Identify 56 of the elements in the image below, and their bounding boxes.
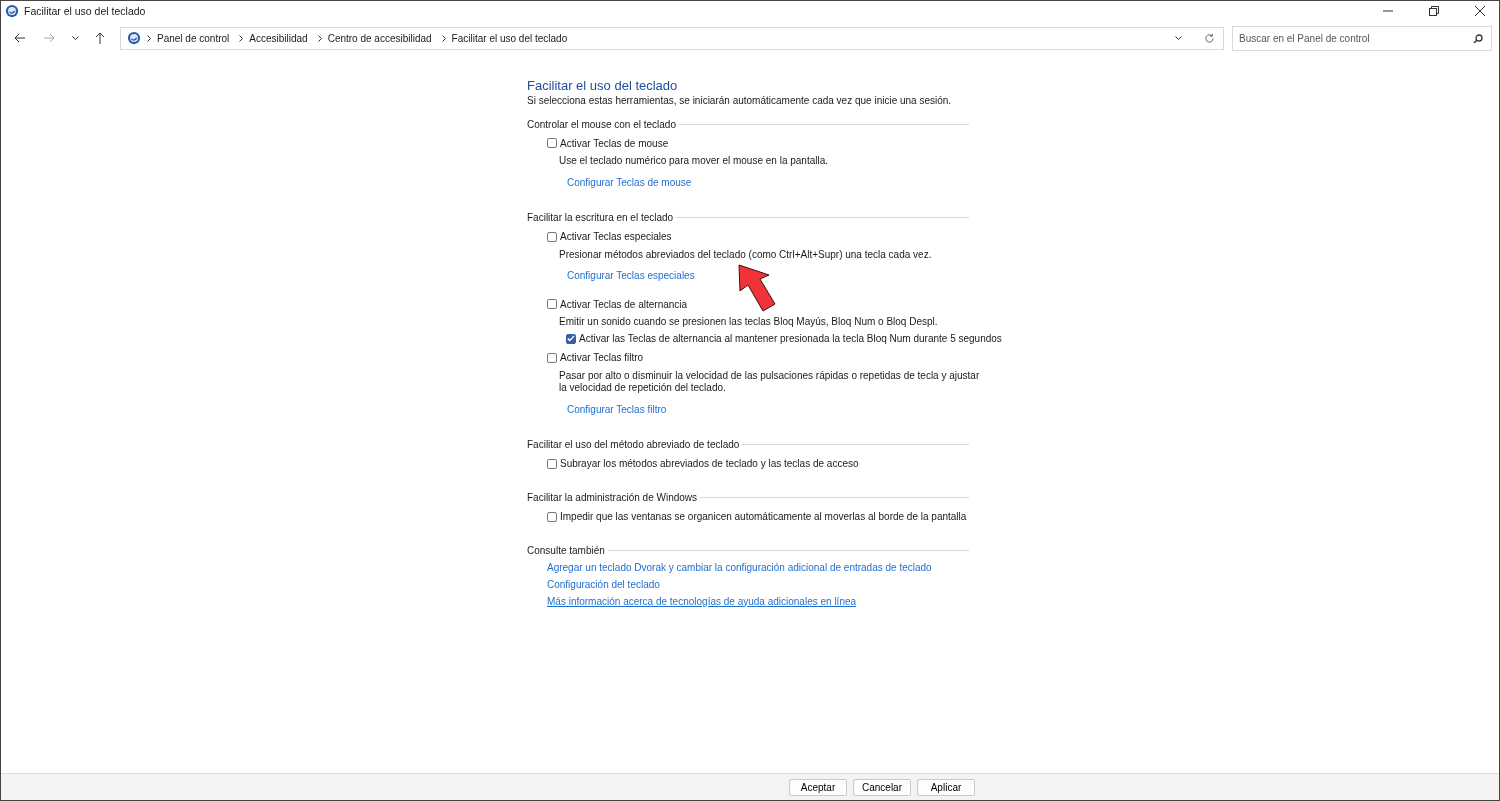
up-arrow-icon[interactable] [95,32,105,44]
breadcrumb[interactable]: Panel de control [157,32,230,44]
chevron-right-icon [317,34,322,42]
description-text: Use el teclado numérico para mover el mouse en la pantalla. [559,155,830,168]
settings-link[interactable]: Configurar Teclas filtro [567,403,667,415]
dialog-button[interactable]: Cancelar [853,778,911,796]
checkbox[interactable] [547,138,557,148]
back-arrow-icon[interactable] [14,33,26,43]
related-link[interactable]: Agregar un teclado Dvorak y cambiar la configuración adicional de entradas de teclado [547,561,932,573]
search-field[interactable]: Buscar en el Panel de control [1232,25,1492,51]
checkbox[interactable] [547,458,557,469]
checkbox[interactable] [566,333,576,344]
refresh-icon[interactable] [1204,32,1215,44]
checkbox-option[interactable]: Activar Teclas filtro [547,350,644,365]
section-heading: Facilitar la administración de Windows [527,492,698,503]
dialog-button[interactable]: Aceptar [789,778,847,796]
description-text: Pasar por alto o disminuir la velocidad de las pulsaciones rápidas o repetidas de tecla y ajustar la velocidad de repetición del teclado. [559,369,981,395]
checkbox[interactable] [547,511,557,522]
checkbox-option[interactable]: Subrayar los métodos abreviados de teclado y las teclas de acceso [547,456,859,471]
description-text: Presionar métodos abreviados del teclado (como Ctrl+Alt+Supr) una tecla cada vez. [559,248,933,261]
window-title: Facilitar el uso del teclado [24,4,146,17]
dialog-button[interactable]: Aplicar [917,778,975,796]
chevron-right-icon [239,34,244,42]
chevron-down-icon[interactable] [1175,35,1182,41]
page-title: Facilitar el uso del teclado [527,78,679,94]
checkbox-option[interactable]: Activar Teclas especiales [547,229,672,244]
close-icon[interactable] [1475,5,1485,16]
description-text: Emitir un sonido cuando se presionen las teclas Bloq Mayús, Bloq Num o Bloq Despl. [559,316,939,329]
globe-icon [127,31,141,45]
section-heading: Facilitar la escritura en el teclado [527,212,674,223]
section-heading: Consulte también [527,545,605,556]
settings-link[interactable]: Configurar Teclas de mouse [567,176,692,188]
checkbox[interactable] [547,231,557,242]
checkbox[interactable] [547,352,557,363]
forward-arrow-icon[interactable] [43,33,55,43]
restore-icon[interactable] [1429,5,1439,16]
address-bar[interactable]: Panel de control Accesibilidad Centro de accesibilidad Facilitar el uso del teclado [120,26,1224,50]
breadcrumb[interactable]: Centro de accesibilidad [327,32,432,44]
checkbox-option[interactable]: Activar Teclas de mouse [547,136,669,150]
checkbox-option[interactable]: Activar Teclas de alternancia [547,297,688,311]
related-link[interactable]: Más información acerca de tecnologías de ayuda adicionales en línea [547,595,857,607]
chevron-right-icon [441,34,446,42]
checkbox-option[interactable]: Activar las Teclas de alternancia al mantener presionada la tecla Bloq Num durante 5 segundos [566,331,1002,346]
chevron-right-icon [147,34,151,42]
page-subtitle: Si selecciona estas herramientas, se iniciarán automáticamente cada vez que inicie una sesión. [527,94,953,108]
search-icon[interactable] [1473,33,1483,44]
globe-icon [5,3,19,18]
related-link[interactable]: Configuración del teclado [547,578,660,590]
settings-link[interactable]: Configurar Teclas especiales [567,270,695,281]
checkbox-option[interactable]: Impedir que las ventanas se organicen automáticamente al moverlas al borde de la pantalla [547,509,967,524]
checkbox[interactable] [547,299,557,309]
breadcrumb[interactable]: Facilitar el uso del teclado [451,32,568,44]
chevron-down-icon[interactable] [72,35,79,41]
section-heading: Controlar el mouse con el teclado [527,118,676,130]
section-heading: Facilitar el uso del método abreviado de teclado [527,439,740,450]
breadcrumb[interactable]: Accesibilidad [249,32,308,44]
